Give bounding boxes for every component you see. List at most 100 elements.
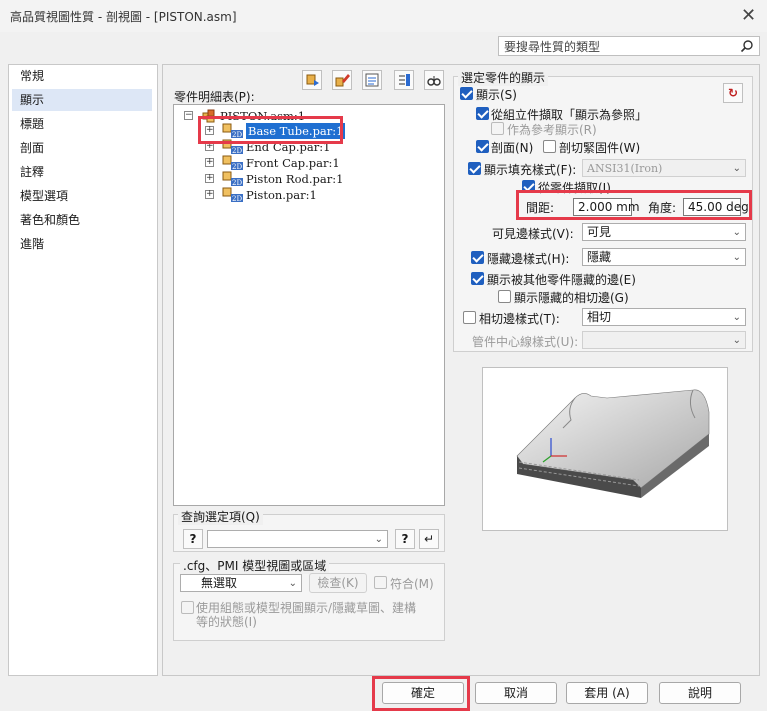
show-checkbox[interactable] (460, 87, 473, 100)
nav-item-general[interactable]: 常規 (12, 65, 152, 87)
expand-icon[interactable]: + (205, 174, 214, 183)
pipe-centerline-label: 管件中心線樣式(U): (472, 335, 579, 349)
nav-item-advanced[interactable]: 進階 (12, 233, 152, 255)
cfg-label: .cfg、PMI 模型視圖或區域 (180, 557, 330, 574)
visible-edge-label: 可見邊樣式(V): (492, 227, 574, 241)
tree-item-label: Front Cap.par:1 (246, 156, 340, 170)
highlight-box (516, 190, 752, 220)
apply-button[interactable]: 套用 (A) (566, 682, 648, 704)
nav-item-section[interactable]: 剖面 (12, 137, 152, 159)
query-label: 查詢選定項(Q) (178, 508, 263, 525)
properties-icon (365, 73, 379, 87)
use-config-checkbox[interactable] (181, 601, 194, 614)
hidden-edge-label: 隱藏邊樣式(H): (487, 252, 570, 266)
arrow-icon: ↵ (423, 532, 435, 546)
tangent-edge-value: 相切 (587, 310, 612, 324)
chevron-down-icon: ⌄ (732, 227, 741, 238)
chevron-down-icon: ⌄ (374, 534, 383, 545)
hidden-edge-value: 隱藏 (587, 250, 612, 264)
close-icon[interactable]: ✕ (741, 5, 756, 26)
show-part-button[interactable] (302, 70, 322, 90)
show-label: 顯示(S) (476, 88, 517, 102)
as-reference-checkbox[interactable] (491, 122, 504, 135)
search-icon[interactable] (740, 39, 754, 53)
fill-style-label: 顯示填充樣式(F): (484, 163, 577, 177)
show-hidden-tangent-checkbox[interactable] (498, 290, 511, 303)
part-icon: 2D (222, 171, 243, 187)
query-new-button[interactable]: ? (183, 529, 203, 549)
nav-item-display[interactable]: 顯示 (12, 89, 152, 111)
parts-list-label: 零件明細表(P): (174, 90, 255, 104)
tangent-edge-checkbox[interactable] (463, 311, 476, 324)
show-part-icon (306, 74, 319, 86)
window-title: 高品質視圖性質 - 剖視圖 - [PISTON.asm] (10, 10, 237, 24)
show-hidden-by-others-label: 顯示被其他零件隱藏的邊(E) (487, 273, 636, 287)
visible-edge-value: 可見 (587, 225, 612, 239)
check-button[interactable]: 檢查(K) (309, 573, 367, 593)
reset-button[interactable]: ↻ (723, 83, 743, 103)
fill-style-checkbox[interactable] (468, 162, 481, 175)
paint-icon (335, 74, 350, 87)
nav-item-model-options[interactable]: 模型選項 (12, 185, 152, 207)
chevron-down-icon: ⌄ (732, 312, 741, 323)
svg-text:2D: 2D (232, 163, 242, 171)
refresh-icon: ↻ (727, 86, 739, 100)
query-select[interactable]: ⌄ (207, 530, 388, 548)
part-preview-image (516, 389, 710, 498)
section-fasteners-label: 剖切緊固件(W) (559, 141, 641, 155)
query-help-icon: ? (189, 532, 197, 546)
highlight-box (198, 116, 343, 144)
match-label: 符合(M) (390, 577, 434, 591)
tangent-edge-label: 相切邊樣式(T): (479, 312, 560, 326)
chevron-down-icon: ⌄ (288, 578, 297, 589)
list-icon (399, 74, 410, 86)
tree-item-row[interactable]: + 2D Front Cap.par:1 (205, 155, 445, 171)
expand-icon[interactable]: + (205, 158, 214, 167)
expand-icon[interactable]: + (205, 190, 214, 199)
hidden-edge-checkbox[interactable] (471, 251, 484, 264)
fill-style-value: ANSI31(Iron) (587, 162, 663, 175)
cfg-select[interactable]: 無選取 ⌄ (180, 574, 302, 592)
pipe-centerline-select[interactable]: ⌄ (582, 331, 746, 349)
tree-item-row[interactable]: + 2D Piston.par:1 (205, 187, 445, 203)
section-checkbox[interactable] (476, 140, 489, 153)
section-fasteners-checkbox[interactable] (543, 140, 556, 153)
visible-edge-select[interactable]: 可見 ⌄ (582, 223, 746, 241)
hidden-edge-select[interactable]: 隱藏 ⌄ (582, 248, 746, 266)
cancel-button[interactable]: 取消 (475, 682, 557, 704)
svg-text:2D: 2D (232, 179, 242, 187)
show-hidden-tangent-label: 顯示隱藏的相切邊(G) (514, 291, 629, 305)
nav-item-shading-colors[interactable]: 著色和顏色 (12, 209, 152, 231)
list-view-button[interactable] (394, 70, 414, 90)
nav-item-annotation[interactable]: 註釋 (12, 161, 152, 183)
chevron-down-icon: ⌄ (732, 252, 741, 263)
svg-text:2D: 2D (232, 147, 242, 155)
chevron-down-icon: ⌄ (732, 163, 741, 174)
query-help-button[interactable]: ? (395, 529, 415, 549)
nav-item-caption[interactable]: 標題 (12, 113, 152, 135)
tree-item-label: Piston.par:1 (246, 188, 317, 202)
as-reference-label: 作為參考顯示(R) (507, 123, 597, 137)
selected-display-label: 選定零件的顯示 (458, 69, 549, 86)
match-checkbox[interactable] (374, 576, 387, 589)
section-label: 剖面(N) (491, 141, 534, 155)
tree-item-label: Piston Rod.par:1 (246, 172, 344, 186)
part-icon: 2D (222, 155, 243, 171)
from-assembly-checkbox[interactable] (476, 107, 489, 120)
use-config-label-line2: 等的狀態(I) (196, 615, 257, 629)
part-icon: 2D (222, 187, 243, 203)
fill-style-select[interactable]: ANSI31(Iron) ⌄ (582, 159, 746, 177)
binoculars-icon (427, 76, 441, 86)
collapse-icon[interactable]: − (184, 111, 193, 120)
show-hidden-by-others-checkbox[interactable] (471, 272, 484, 285)
find-part-button[interactable] (424, 70, 444, 90)
tangent-edge-select[interactable]: 相切 ⌄ (582, 308, 746, 326)
help-button[interactable]: 說明 (659, 682, 741, 704)
query-run-button[interactable]: ↵ (419, 529, 439, 549)
search-placeholder: 要搜尋性質的類型 (504, 40, 601, 54)
tree-item-row[interactable]: + 2D Piston Rod.par:1 (205, 171, 445, 187)
edit-part-style-button[interactable] (332, 70, 352, 90)
properties-button[interactable] (362, 70, 382, 90)
part-preview (482, 367, 728, 531)
help-icon: ? (401, 532, 409, 546)
